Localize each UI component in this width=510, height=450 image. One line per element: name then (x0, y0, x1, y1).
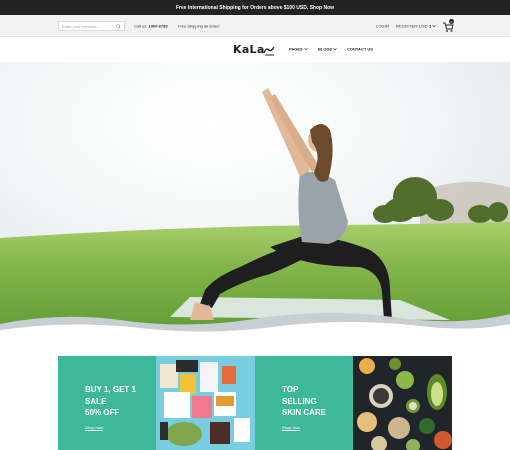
login-link[interactable]: LOGIN (376, 24, 389, 29)
promo-image-products[interactable] (156, 356, 255, 450)
chevron-down-icon (333, 48, 337, 51)
chevron-down-icon (432, 25, 436, 28)
announcement-text[interactable]: Free International Shipping for Orders a… (176, 5, 334, 11)
promo-line: BUY 1, GET 1 (85, 385, 136, 394)
currency-selector[interactable]: USD $ (419, 24, 436, 29)
nav-blogs-label: BLOGS (318, 46, 333, 52)
nav-blogs[interactable]: BLOGS (318, 47, 337, 52)
main-header: KaLa PAGES BLOGS CONTACT US (0, 37, 510, 62)
call-label: Call us: (134, 23, 148, 29)
search-input[interactable] (62, 23, 110, 29)
promo-line: SKIN CARE (282, 408, 327, 417)
cart-count-badge: 0 (449, 19, 454, 24)
shop-now-link[interactable]: Shop now (85, 425, 103, 430)
logo-mark-icon (263, 43, 275, 56)
promo-row: BUY 1, GET 1 SALE 50% OFF Shop now TOP S (58, 356, 452, 450)
promo-headline: TOP SELLING SKIN CARE (282, 384, 326, 419)
announcement-bar[interactable]: Free International Shipping for Orders a… (0, 0, 510, 15)
nav-contact-us[interactable]: CONTACT US (347, 47, 373, 52)
promo-line: SELLING (282, 396, 317, 406)
hero-banner[interactable] (0, 62, 510, 338)
chevron-down-icon (304, 48, 308, 51)
promo-tile-bogo[interactable]: BUY 1, GET 1 SALE 50% OFF Shop now (58, 356, 156, 450)
nav-pages[interactable]: PAGES (289, 47, 308, 52)
promo-line: 50% OFF (85, 408, 120, 417)
nav-pages-label: PAGES (289, 46, 303, 52)
promo-line: TOP (282, 385, 299, 394)
shipping-note: Free Shipping all order! (178, 23, 220, 29)
promo-line: SALE (85, 396, 107, 406)
currency-label: USD $ (419, 23, 432, 29)
shop-now-link[interactable]: Shop now (282, 425, 300, 430)
call-info: Call us: 1900-6789 (134, 24, 168, 29)
nav-contact-label: CONTACT US (347, 46, 373, 52)
register-link[interactable]: REGISTER (396, 24, 417, 29)
promo-image-food[interactable] (353, 356, 452, 450)
call-number[interactable]: 1900-6789 (148, 24, 167, 29)
search-box (58, 21, 125, 31)
site-logo[interactable]: KaLa (233, 43, 265, 56)
utility-bar: Call us: 1900-6789 Free Shipping all ord… (0, 15, 510, 37)
search-icon[interactable] (116, 23, 121, 29)
promo-headline: BUY 1, GET 1 SALE 50% OFF (85, 384, 136, 419)
promo-tile-skincare[interactable]: TOP SELLING SKIN CARE Shop now (255, 356, 353, 450)
